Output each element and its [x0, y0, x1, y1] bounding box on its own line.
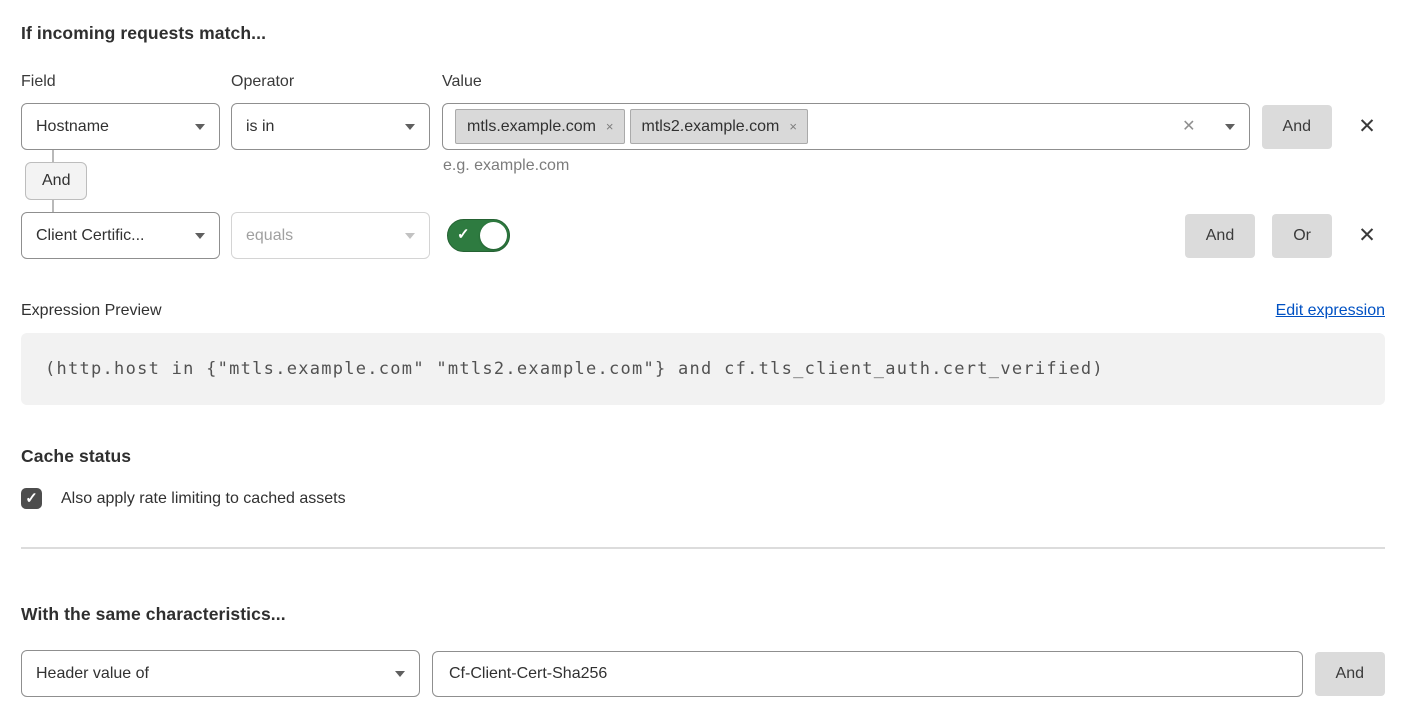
cache-status-title: Cache status	[21, 446, 1385, 467]
chevron-down-icon[interactable]	[1225, 124, 1235, 130]
value-multiselect-1[interactable]: mtls.example.com × mtls2.example.com × ✕	[442, 103, 1250, 150]
chevron-down-icon	[395, 671, 405, 677]
chevron-down-icon	[405, 124, 415, 130]
toggle-check-icon: ✓	[457, 225, 470, 243]
field-column-label: Field	[21, 73, 231, 91]
chevron-down-icon	[195, 233, 205, 239]
characteristics-title: With the same characteristics...	[21, 604, 1385, 625]
field-select-2-value: Client Certific...	[36, 227, 185, 245]
chevron-down-icon	[195, 124, 205, 130]
connector-and-button[interactable]: And	[25, 162, 87, 200]
operator-select-1-value: is in	[246, 118, 395, 136]
characteristics-row: Header value of And	[21, 650, 1385, 697]
cached-assets-checkbox[interactable]: ✓	[21, 488, 42, 509]
cached-assets-checkbox-label: Also apply rate limiting to cached asset…	[61, 490, 346, 508]
add-characteristic-button[interactable]: And	[1315, 652, 1385, 696]
operator-select-1[interactable]: is in	[231, 103, 430, 150]
delete-row-icon-1[interactable]: ✕	[1355, 116, 1379, 137]
value-tag: mtls2.example.com ×	[630, 109, 808, 144]
cert-verified-toggle[interactable]: ✓	[447, 219, 510, 252]
field-select-1-value: Hostname	[36, 118, 185, 136]
section-divider	[21, 547, 1385, 549]
field-select-2[interactable]: Client Certific...	[21, 212, 220, 259]
tag-remove-icon[interactable]: ×	[789, 120, 797, 133]
toggle-knob	[480, 222, 507, 249]
edit-expression-link[interactable]: Edit expression	[1276, 302, 1385, 320]
characteristic-select-value: Header value of	[36, 665, 385, 683]
characteristic-select[interactable]: Header value of	[21, 650, 420, 697]
value-column-label: Value	[442, 73, 1385, 91]
expression-code-block: (http.host in {"mtls.example.com" "mtls2…	[21, 333, 1385, 405]
condition-row-1: Hostname is in mtls.example.com × mtls2.…	[21, 103, 1385, 150]
column-labels: Field Operator Value	[21, 73, 1385, 91]
match-section-title: If incoming requests match...	[21, 23, 1385, 44]
value-helper-text: e.g. example.com	[443, 157, 569, 175]
value-box-icons: ✕	[1182, 119, 1234, 135]
value-tag-label: mtls2.example.com	[642, 118, 780, 136]
header-name-input[interactable]	[432, 651, 1303, 697]
condition-row-2: Client Certific... equals ✓ And Or ✕	[21, 212, 1385, 259]
expression-preview-label: Expression Preview	[21, 302, 162, 320]
chevron-down-icon	[405, 233, 415, 239]
value-tag: mtls.example.com ×	[455, 109, 625, 144]
rule-builder: If incoming requests match... Field Oper…	[0, 0, 1385, 697]
row-connector-area: And e.g. example.com	[21, 150, 1385, 212]
add-and-condition-button-2[interactable]: And	[1185, 214, 1255, 258]
value-tag-label: mtls.example.com	[467, 118, 596, 136]
operator-select-2: equals	[231, 212, 430, 259]
expression-preview-header: Expression Preview Edit expression	[21, 302, 1385, 320]
clear-all-icon[interactable]: ✕	[1182, 119, 1195, 135]
field-select-1[interactable]: Hostname	[21, 103, 220, 150]
operator-select-2-value: equals	[246, 227, 395, 245]
delete-row-icon-2[interactable]: ✕	[1355, 225, 1379, 246]
add-and-condition-button-1[interactable]: And	[1262, 105, 1332, 149]
tag-remove-icon[interactable]: ×	[606, 120, 614, 133]
operator-column-label: Operator	[231, 73, 442, 91]
cache-checkbox-row: ✓ Also apply rate limiting to cached ass…	[21, 488, 1385, 509]
add-or-condition-button-2[interactable]: Or	[1272, 214, 1332, 258]
